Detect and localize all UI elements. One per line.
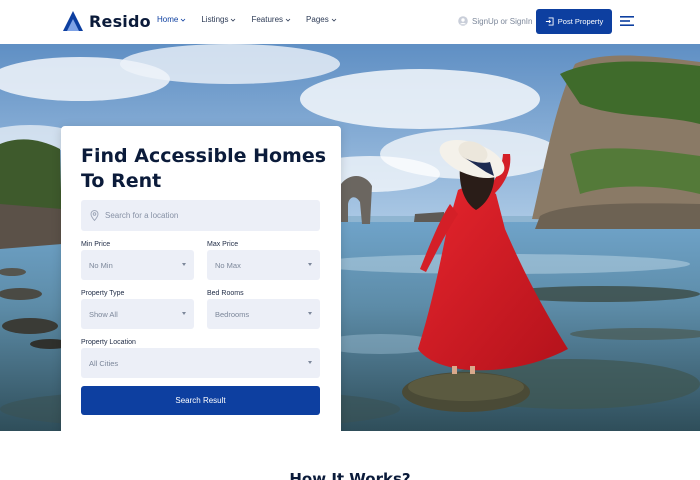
chevron-down-icon — [331, 18, 337, 22]
location-search-input[interactable]: Search for a location — [81, 200, 320, 231]
bed-rooms-value: Bedrooms — [215, 309, 250, 319]
property-type-label: Property Type — [81, 290, 125, 297]
nav-item-pages[interactable]: Pages — [306, 15, 337, 24]
brand-name: Resido — [89, 11, 151, 31]
property-location-select[interactable]: All Cities — [81, 348, 320, 378]
nav-item-listings[interactable]: Listings — [201, 15, 236, 24]
max-price-select[interactable]: No Max — [207, 250, 320, 280]
post-property-label: Post Property — [557, 17, 604, 26]
signin-link[interactable]: SignUp or SignIn — [458, 16, 532, 26]
caret-down-icon — [308, 312, 312, 315]
chevron-down-icon — [231, 18, 236, 22]
nav-item-label: Home — [157, 15, 179, 24]
caret-down-icon — [182, 312, 186, 315]
property-type-select[interactable]: Show All — [81, 299, 194, 329]
how-it-works-heading: How It Works? — [289, 470, 411, 480]
nav-item-label: Pages — [306, 15, 329, 24]
min-price-select[interactable]: No Min — [81, 250, 194, 280]
max-price-label: Max Price — [207, 241, 239, 248]
caret-down-icon — [308, 361, 312, 364]
max-price-value: No Max — [215, 260, 241, 270]
property-location-value: All Cities — [89, 358, 119, 368]
logo-icon — [63, 11, 83, 31]
hero-section: Find Accessible Homes To Rent Search for… — [0, 44, 700, 431]
property-type-value: Show All — [89, 309, 118, 319]
caret-down-icon — [182, 263, 186, 266]
property-location-label: Property Location — [81, 339, 136, 346]
user-icon — [458, 16, 468, 26]
caret-down-icon — [308, 263, 312, 266]
nav-item-label: Listings — [201, 15, 229, 24]
search-result-button[interactable]: Search Result — [81, 386, 320, 415]
bed-rooms-label: Bed Rooms — [207, 290, 244, 297]
nav-item-label: Features — [251, 15, 284, 24]
sign-in-icon — [545, 17, 554, 26]
chevron-down-icon — [285, 18, 291, 22]
min-price-value: No Min — [89, 260, 113, 270]
signin-label: SignUp or SignIn — [472, 16, 533, 26]
min-price-label: Min Price — [81, 241, 111, 248]
search-card: Find Accessible Homes To Rent Search for… — [61, 126, 341, 431]
main-nav: Home Listings Features Pages — [157, 15, 352, 24]
search-result-label: Search Result — [175, 396, 226, 405]
location-placeholder: Search for a location — [105, 211, 179, 220]
top-navbar: Resido Home Listings Features Pages Sign… — [0, 0, 700, 44]
bed-rooms-select[interactable]: Bedrooms — [207, 299, 320, 329]
post-property-button[interactable]: Post Property — [536, 9, 612, 34]
nav-item-features[interactable]: Features — [251, 15, 291, 24]
menu-icon[interactable] — [620, 14, 634, 28]
nav-item-home[interactable]: Home — [157, 15, 186, 24]
hero-title: Find Accessible Homes To Rent — [81, 145, 327, 192]
chevron-down-icon — [181, 18, 186, 22]
brand-logo[interactable]: Resido — [62, 10, 151, 32]
map-pin-icon — [90, 210, 99, 221]
